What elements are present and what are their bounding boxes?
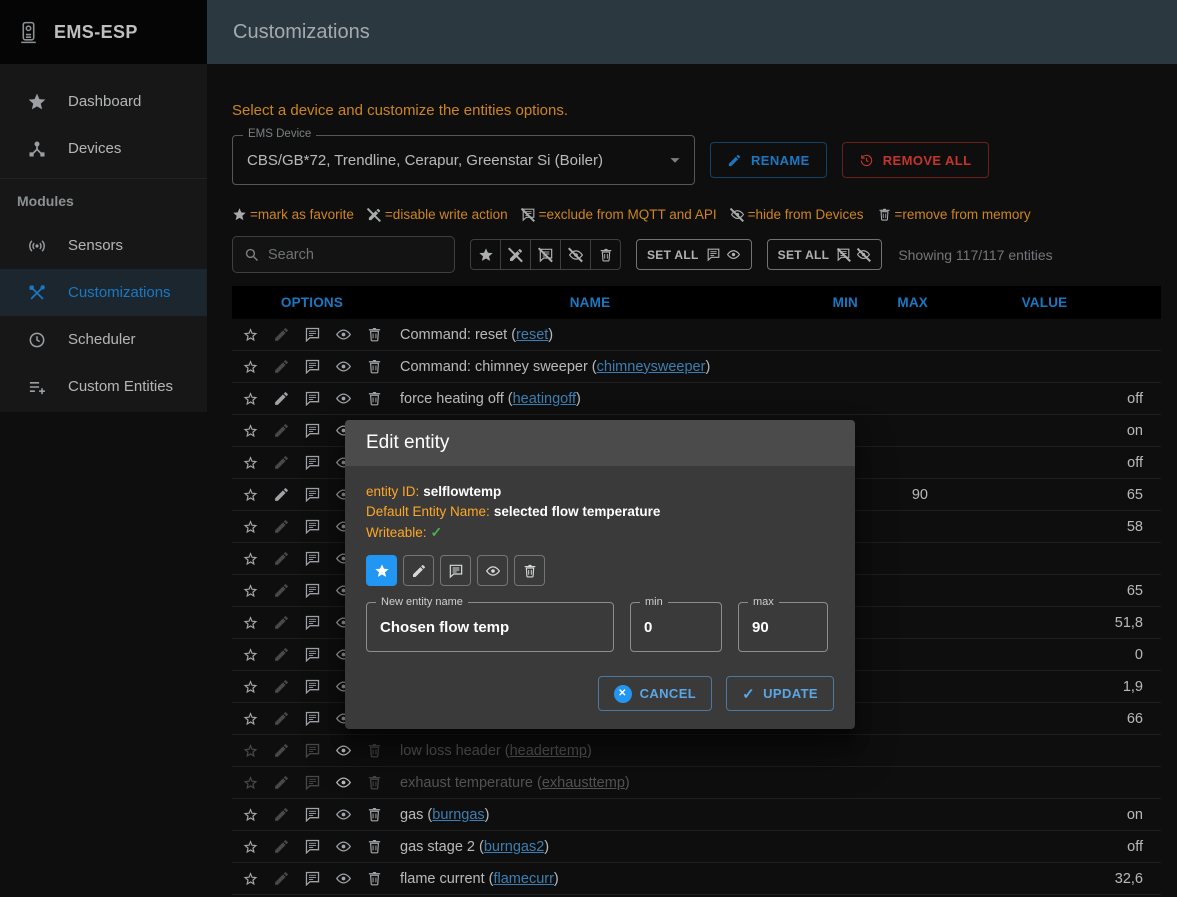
cancel-icon: ✕ — [614, 685, 632, 703]
update-button[interactable]: ✓ UPDATE — [726, 676, 834, 711]
dialog-chat-toggle[interactable] — [440, 555, 471, 586]
writeable-line: Writeable:✓ — [366, 522, 834, 543]
dialog-title: Edit entity — [345, 420, 855, 466]
max-field-wrap: max — [738, 602, 828, 652]
dialog-fields: New entity name min max — [366, 602, 834, 652]
update-check-icon: ✓ — [742, 685, 755, 703]
cancel-button[interactable]: ✕ CANCEL — [598, 676, 713, 711]
dialog-body: entity ID:selflowtemp Default Entity Nam… — [345, 466, 855, 729]
dialog-eye-toggle[interactable] — [477, 555, 508, 586]
edit-entity-dialog: Edit entity entity ID:selflowtemp Defaul… — [345, 420, 855, 729]
dialog-star-toggle[interactable] — [366, 555, 397, 586]
new-entity-name-input[interactable] — [380, 619, 600, 636]
ems-esp-app: EMS-ESP Dashboard Devices Modules Sensor… — [0, 0, 1177, 897]
writeable-check-icon: ✓ — [431, 524, 443, 540]
default-name-value: selected flow temperature — [494, 504, 661, 519]
entity-id-value: selflowtemp — [423, 484, 501, 499]
dialog-delete-toggle[interactable] — [514, 555, 545, 586]
dialog-actions: ✕ CANCEL ✓ UPDATE — [366, 676, 834, 711]
max-input[interactable] — [752, 619, 814, 636]
default-name-line: Default Entity Name:selected flow temper… — [366, 502, 834, 522]
min-field-wrap: min — [630, 602, 722, 652]
entity-id-line: entity ID:selflowtemp — [366, 482, 834, 502]
min-input[interactable] — [644, 619, 708, 636]
dialog-edit-toggle[interactable] — [403, 555, 434, 586]
new-entity-name-field-wrap: New entity name — [366, 602, 614, 652]
dialog-option-toggles — [366, 555, 834, 586]
